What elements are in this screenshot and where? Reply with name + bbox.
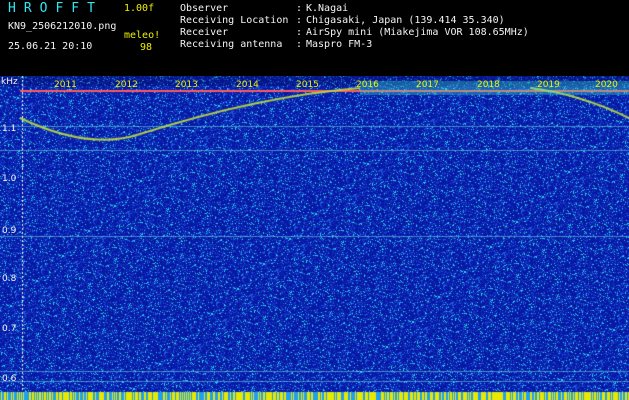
x-tick-label: 2011 [54,80,77,90]
info-header: HROFFT 1.00f KN9_2506212010.png meleo! 9… [0,0,629,76]
app-title: HROFFT [8,1,103,16]
version-label: 1.00f [124,3,155,14]
spectrogram-plot [0,76,629,400]
x-tick-label: 2014 [236,80,259,90]
observer-sep: : [296,3,303,14]
x-tick-label: 2012 [115,80,138,90]
y-tick-label: 0.8 [2,274,17,284]
observer-value: K.Nagai [306,3,349,14]
location-label: Receiving Location [180,15,289,26]
y-tick-label: 0.6 [2,374,17,384]
antenna-sep: : [296,39,303,50]
hrofft-window: HROFFT 1.00f KN9_2506212010.png meleo! 9… [0,0,629,400]
x-tick-label: 2015 [296,80,319,90]
antenna-value: Maspro FM-3 [306,39,373,50]
observer-label: Observer [180,3,229,14]
receiver-sep: : [296,27,303,38]
y-tick-label: 0.9 [2,226,17,236]
y-tick-label: 0.7 [2,324,17,334]
x-tick-label: 2017 [416,80,439,90]
x-tick-label: 2013 [175,80,198,90]
x-tick-label: 2018 [477,80,500,90]
count-label: 98 [140,42,153,53]
receiver-value: AirSpy mini (Miakejima VOR 108.65MHz) [306,27,529,38]
location-sep: : [296,15,303,26]
y-tick-label: 1.1 [2,124,17,134]
receiver-label: Receiver [180,27,229,38]
y-axis-unit: kHz [1,77,18,87]
location-value: Chigasaki, Japan (139.414 35.340) [306,15,505,26]
mode-label: meleo! [124,30,161,41]
datetime-label: 25.06.21 20:10 [8,41,93,52]
filename-label: KN9_2506212010.png [8,21,117,32]
antenna-label: Receiving antenna [180,39,283,50]
x-tick-label: 2020 [595,80,618,90]
y-tick-label: 1.0 [2,174,17,184]
x-tick-label: 2019 [537,80,560,90]
x-tick-label: 2016 [356,80,379,90]
